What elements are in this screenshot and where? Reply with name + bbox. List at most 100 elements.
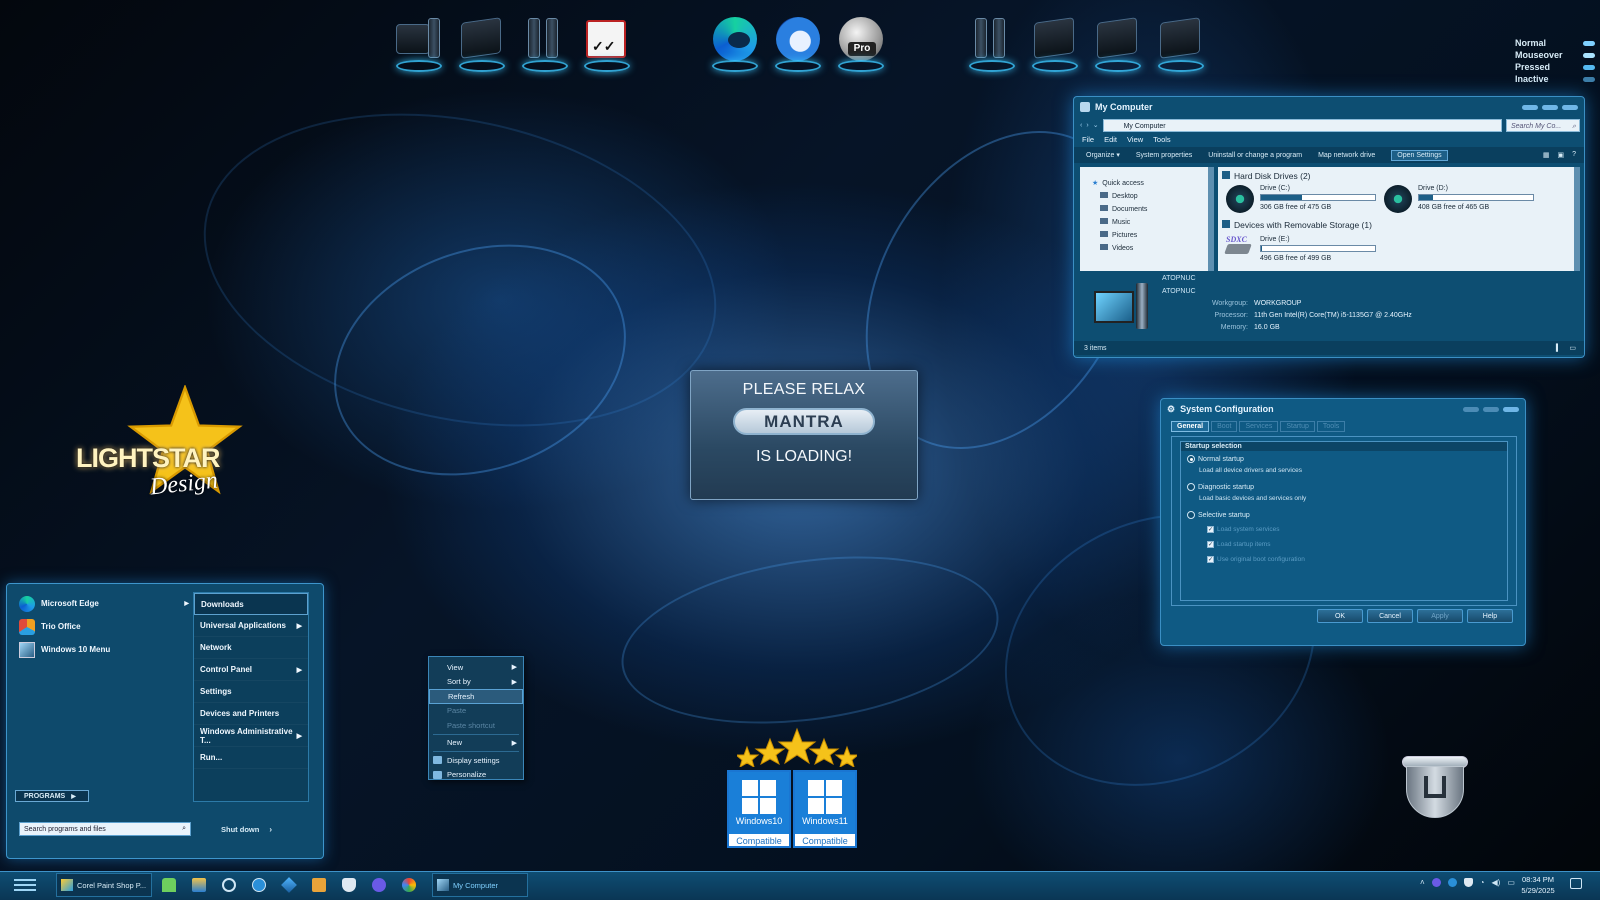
tiles-view-icon[interactable]: ▭ <box>1569 344 1576 352</box>
open-settings-button[interactable]: Open Settings <box>1391 149 1448 161</box>
removable-group-header[interactable]: Devices with Removable Storage (1) <box>1222 220 1372 230</box>
context-menu-item[interactable]: Display settings <box>429 753 523 768</box>
search-icon[interactable] <box>222 878 236 892</box>
programs-button[interactable]: PROGRAMS ▶ <box>15 790 89 802</box>
hdd-group-header[interactable]: Hard Disk Drives (2) <box>1218 167 1574 181</box>
checklist-desktop-icon[interactable]: ✓✓ <box>580 14 634 72</box>
chevron-down-icon[interactable]: ⌄ <box>1093 121 1099 129</box>
minimize-button[interactable] <box>1463 406 1479 412</box>
recycle-bin-icon[interactable] <box>1400 756 1470 822</box>
volume-icon[interactable]: ◀) <box>1492 878 1501 887</box>
drive-c-icon[interactable] <box>1226 185 1254 213</box>
explorer-titlebar[interactable]: My Computer <box>1074 97 1584 117</box>
mantra-button[interactable]: MANTRA <box>733 408 875 435</box>
start-right-item[interactable]: Settings <box>194 681 308 703</box>
drive-desktop-icon[interactable] <box>1028 14 1082 72</box>
sysconfig-titlebar[interactable]: ⚙ System Configuration <box>1161 399 1525 419</box>
address-bar[interactable]: My Computer <box>1102 118 1502 132</box>
file-explorer-icon[interactable] <box>192 878 206 892</box>
pane-icon[interactable]: ▣ <box>1557 151 1564 159</box>
copilot-icon[interactable] <box>372 878 386 892</box>
menu-view[interactable]: View <box>1127 135 1143 144</box>
nav-item-documents[interactable]: Documents <box>1080 200 1208 213</box>
organize-button[interactable]: Organize ▾ <box>1086 151 1120 159</box>
context-menu-item[interactable]: Paste <box>429 704 523 719</box>
uninstall-button[interactable]: Uninstall or change a program <box>1208 152 1302 159</box>
drive-c-name[interactable]: Drive (C:) <box>1260 185 1290 192</box>
diagnostic-startup-radio[interactable]: Diagnostic startup <box>1187 483 1254 491</box>
drive-d-name[interactable]: Drive (D:) <box>1418 185 1448 192</box>
start-item-windows10-menu[interactable]: Windows 10 Menu <box>13 638 197 661</box>
normal-startup-radio[interactable]: Normal startup <box>1187 455 1244 463</box>
nav-item-videos[interactable]: Videos <box>1080 239 1208 252</box>
cancel-button[interactable]: Cancel <box>1367 609 1413 623</box>
map-drive-button[interactable]: Map network drive <box>1318 152 1375 159</box>
chrome-icon[interactable] <box>402 878 416 892</box>
context-menu-item[interactable]: New ▶ <box>429 736 523 751</box>
context-menu-item[interactable]: View ▶ <box>429 660 523 675</box>
start-right-item[interactable]: Network <box>194 637 308 659</box>
start-right-item[interactable]: Windows Administrative T... ▶ <box>194 725 308 747</box>
menu-tools[interactable]: Tools <box>1153 135 1171 144</box>
onedrive-icon[interactable] <box>162 878 176 892</box>
nav-item-music[interactable]: Music <box>1080 213 1208 226</box>
shield-icon[interactable] <box>342 878 356 892</box>
shutdown-button[interactable]: Shut down › <box>221 822 281 836</box>
drive-desktop-icon[interactable] <box>455 14 509 72</box>
close-button[interactable] <box>1562 104 1578 110</box>
start-search-input[interactable]: Search programs and files ⌕ <box>19 822 191 836</box>
server-desktop-icon[interactable] <box>965 14 1019 72</box>
start-right-item[interactable]: Run... <box>194 747 308 769</box>
back-icon[interactable]: ‹ <box>1080 122 1082 129</box>
use-original-boot-check[interactable]: ✓ Use original boot configuration <box>1207 556 1305 563</box>
start-right-item[interactable]: Universal Applications ▶ <box>194 615 308 637</box>
system-properties-button[interactable]: System properties <box>1136 152 1192 159</box>
drive-desktop-icon[interactable] <box>1154 14 1208 72</box>
context-menu-item[interactable]: Personalize <box>429 768 523 783</box>
media-player-icon[interactable] <box>312 878 326 892</box>
tab-general[interactable]: General <box>1171 421 1210 432</box>
nav-item-desktop[interactable]: Desktop <box>1080 187 1208 200</box>
start-button[interactable] <box>14 876 36 894</box>
computer-desktop-icon[interactable] <box>392 14 446 72</box>
notification-icon[interactable] <box>1570 878 1582 889</box>
tab-boot[interactable]: Boot <box>1211 421 1238 432</box>
forward-icon[interactable]: › <box>1086 122 1088 129</box>
drive-e-name[interactable]: Drive (E:) <box>1260 236 1290 243</box>
start-right-item[interactable]: Downloads <box>194 593 308 615</box>
drive-d-icon[interactable] <box>1384 185 1412 213</box>
menu-edit[interactable]: Edit <box>1104 135 1117 144</box>
server-desktop-icon[interactable] <box>518 14 572 72</box>
start-right-item[interactable]: Control Panel ▶ <box>194 659 308 681</box>
tab-services[interactable]: Services <box>1239 421 1279 432</box>
edge-desktop-icon[interactable] <box>708 14 762 72</box>
context-menu-item[interactable]: Refresh <box>429 689 523 704</box>
content-scrollbar[interactable] <box>1574 167 1580 271</box>
help-button[interactable]: Help <box>1467 609 1513 623</box>
ok-button[interactable]: OK <box>1317 609 1363 623</box>
details-view-icon[interactable]: ▍ <box>1556 344 1561 352</box>
apply-button[interactable]: Apply <box>1417 609 1463 623</box>
context-menu-item[interactable]: Paste shortcut <box>429 718 523 733</box>
taskbar-app-my-computer[interactable]: My Computer <box>432 873 528 897</box>
menu-file[interactable]: File <box>1082 135 1094 144</box>
quick-access-item[interactable]: ★ Quick access <box>1080 167 1208 188</box>
start-right-item[interactable]: Devices and Printers <box>194 703 308 725</box>
thunderbird-desktop-icon[interactable] <box>771 14 825 72</box>
minimize-button[interactable] <box>1522 104 1538 110</box>
context-menu-item[interactable]: Sort by ▶ <box>429 675 523 690</box>
maximize-button[interactable] <box>1542 104 1558 110</box>
sd-card-icon[interactable]: SDXC <box>1224 235 1254 261</box>
app-tray-icon[interactable] <box>1431 878 1441 887</box>
thunderbird-icon[interactable] <box>252 878 266 892</box>
start-item-microsoft-edge[interactable]: Microsoft Edge ▶ <box>13 592 197 615</box>
load-system-services-check[interactable]: ✓ Load system services <box>1207 526 1280 533</box>
tab-tools[interactable]: Tools <box>1316 421 1346 432</box>
maximize-button[interactable] <box>1483 406 1499 412</box>
nav-item-pictures[interactable]: Pictures <box>1080 226 1208 239</box>
app-tray-icon[interactable] <box>1447 878 1457 887</box>
shield-icon[interactable] <box>1463 878 1473 887</box>
close-button[interactable] <box>1503 406 1519 412</box>
view-icon[interactable]: ▦ <box>1543 151 1550 159</box>
wifi-icon[interactable]: ◔ <box>1480 878 1485 887</box>
